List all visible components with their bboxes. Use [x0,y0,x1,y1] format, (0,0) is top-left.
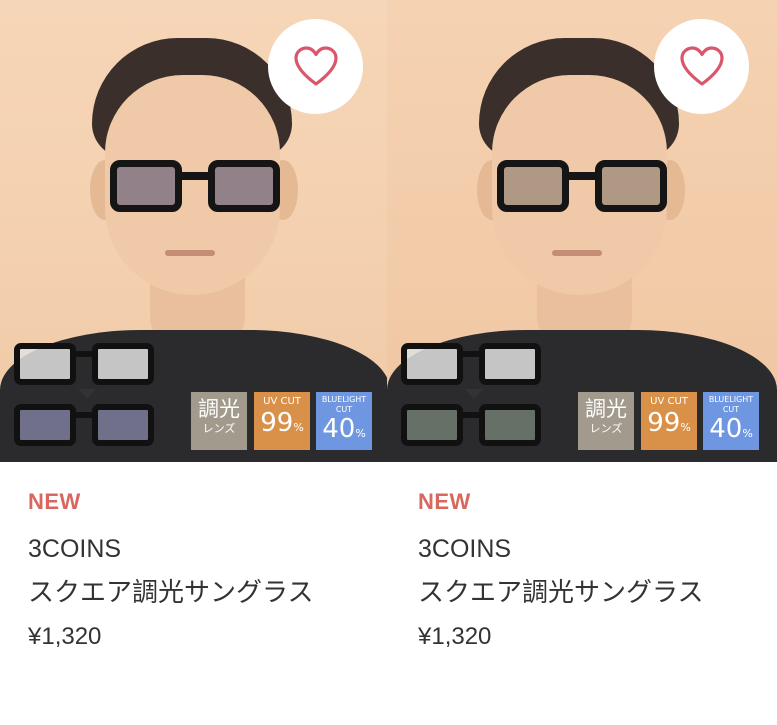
new-tag: NEW [28,489,81,514]
product-card[interactable]: 調光 レンズ UV CUT 99% BLUELIGHT CUT 40% NEW … [0,0,390,725]
arrow-down-icon [78,389,96,399]
new-tag: NEW [418,489,471,514]
lens [110,160,182,212]
product-grid: 調光 レンズ UV CUT 99% BLUELIGHT CUT 40% NEW … [0,0,777,725]
badge-label: UV CUT [263,396,301,407]
badge-text: 調光 [198,397,240,421]
heart-outline-icon [293,45,338,86]
product-price: ¥1,320 [28,623,102,650]
bluelight-cut-badge: BLUELIGHT CUT 40% [316,392,372,450]
photochromic-badge: 調光 レンズ [191,392,247,450]
badge-number: 99 [647,408,681,438]
uv-cut-badge: UV CUT 99% [254,392,310,450]
frame [14,404,76,446]
badge-subtext: レンズ [202,422,236,435]
model-mouth [552,250,602,256]
badge-value: 40% [703,415,759,448]
product-info: NEW 3COINS スクエア調光サングラス ¥1,320 [0,462,390,652]
model-mouth [165,250,215,256]
uv-cut-badge: UV CUT 99% [641,392,697,450]
tinted-lens-thumbnail [401,404,546,452]
arrow-down-icon [465,389,483,399]
clear-lens-thumbnail [401,343,546,391]
product-price: ¥1,320 [418,623,492,650]
worn-sunglasses [497,160,667,215]
product-info: NEW 3COINS スクエア調光サングラス ¥1,320 [387,462,777,652]
badge-label: UV CUT [650,396,688,407]
product-card[interactable]: 調光 レンズ UV CUT 99% BLUELIGHT CUT 40% NEW … [387,0,777,725]
badge-text: 調光 [585,397,627,421]
badge-value: 99% [254,408,310,443]
tinted-lens-thumbnail [14,404,159,452]
product-name[interactable]: スクエア調光サングラス [28,576,390,610]
product-image[interactable]: 調光 レンズ UV CUT 99% BLUELIGHT CUT 40% [387,0,777,462]
badge-value: 40% [316,415,372,448]
badge-number: 40 [322,414,356,444]
frame [479,404,541,446]
worn-sunglasses [110,160,280,215]
badge-value: 99% [641,408,697,443]
clear-lens-thumbnail [14,343,159,391]
product-name[interactable]: スクエア調光サングラス [418,576,777,610]
badge-label: BLUELIGHT [321,395,367,404]
product-image[interactable]: 調光 レンズ UV CUT 99% BLUELIGHT CUT 40% [0,0,390,462]
frame [479,343,541,385]
bluelight-cut-badge: BLUELIGHT CUT 40% [703,392,759,450]
lens [497,160,569,212]
heart-outline-icon [679,45,724,86]
badge-label: BLUELIGHT [708,395,754,404]
brand-name: 3COINS [418,535,512,563]
favorite-button[interactable] [268,19,363,114]
badge-number: 99 [260,408,294,438]
lens [208,160,280,212]
lens [595,160,667,212]
frame [14,343,76,385]
badge-unit: % [742,427,753,440]
frame [401,343,463,385]
frame [92,343,154,385]
favorite-button[interactable] [654,19,749,114]
badge-unit: % [293,421,304,434]
brand-name: 3COINS [28,535,122,563]
badge-subtext: レンズ [589,422,623,435]
badge-unit: % [680,421,691,434]
badge-number: 40 [709,414,743,444]
frame [92,404,154,446]
photochromic-badge: 調光 レンズ [578,392,634,450]
frame [401,404,463,446]
badge-unit: % [355,427,366,440]
